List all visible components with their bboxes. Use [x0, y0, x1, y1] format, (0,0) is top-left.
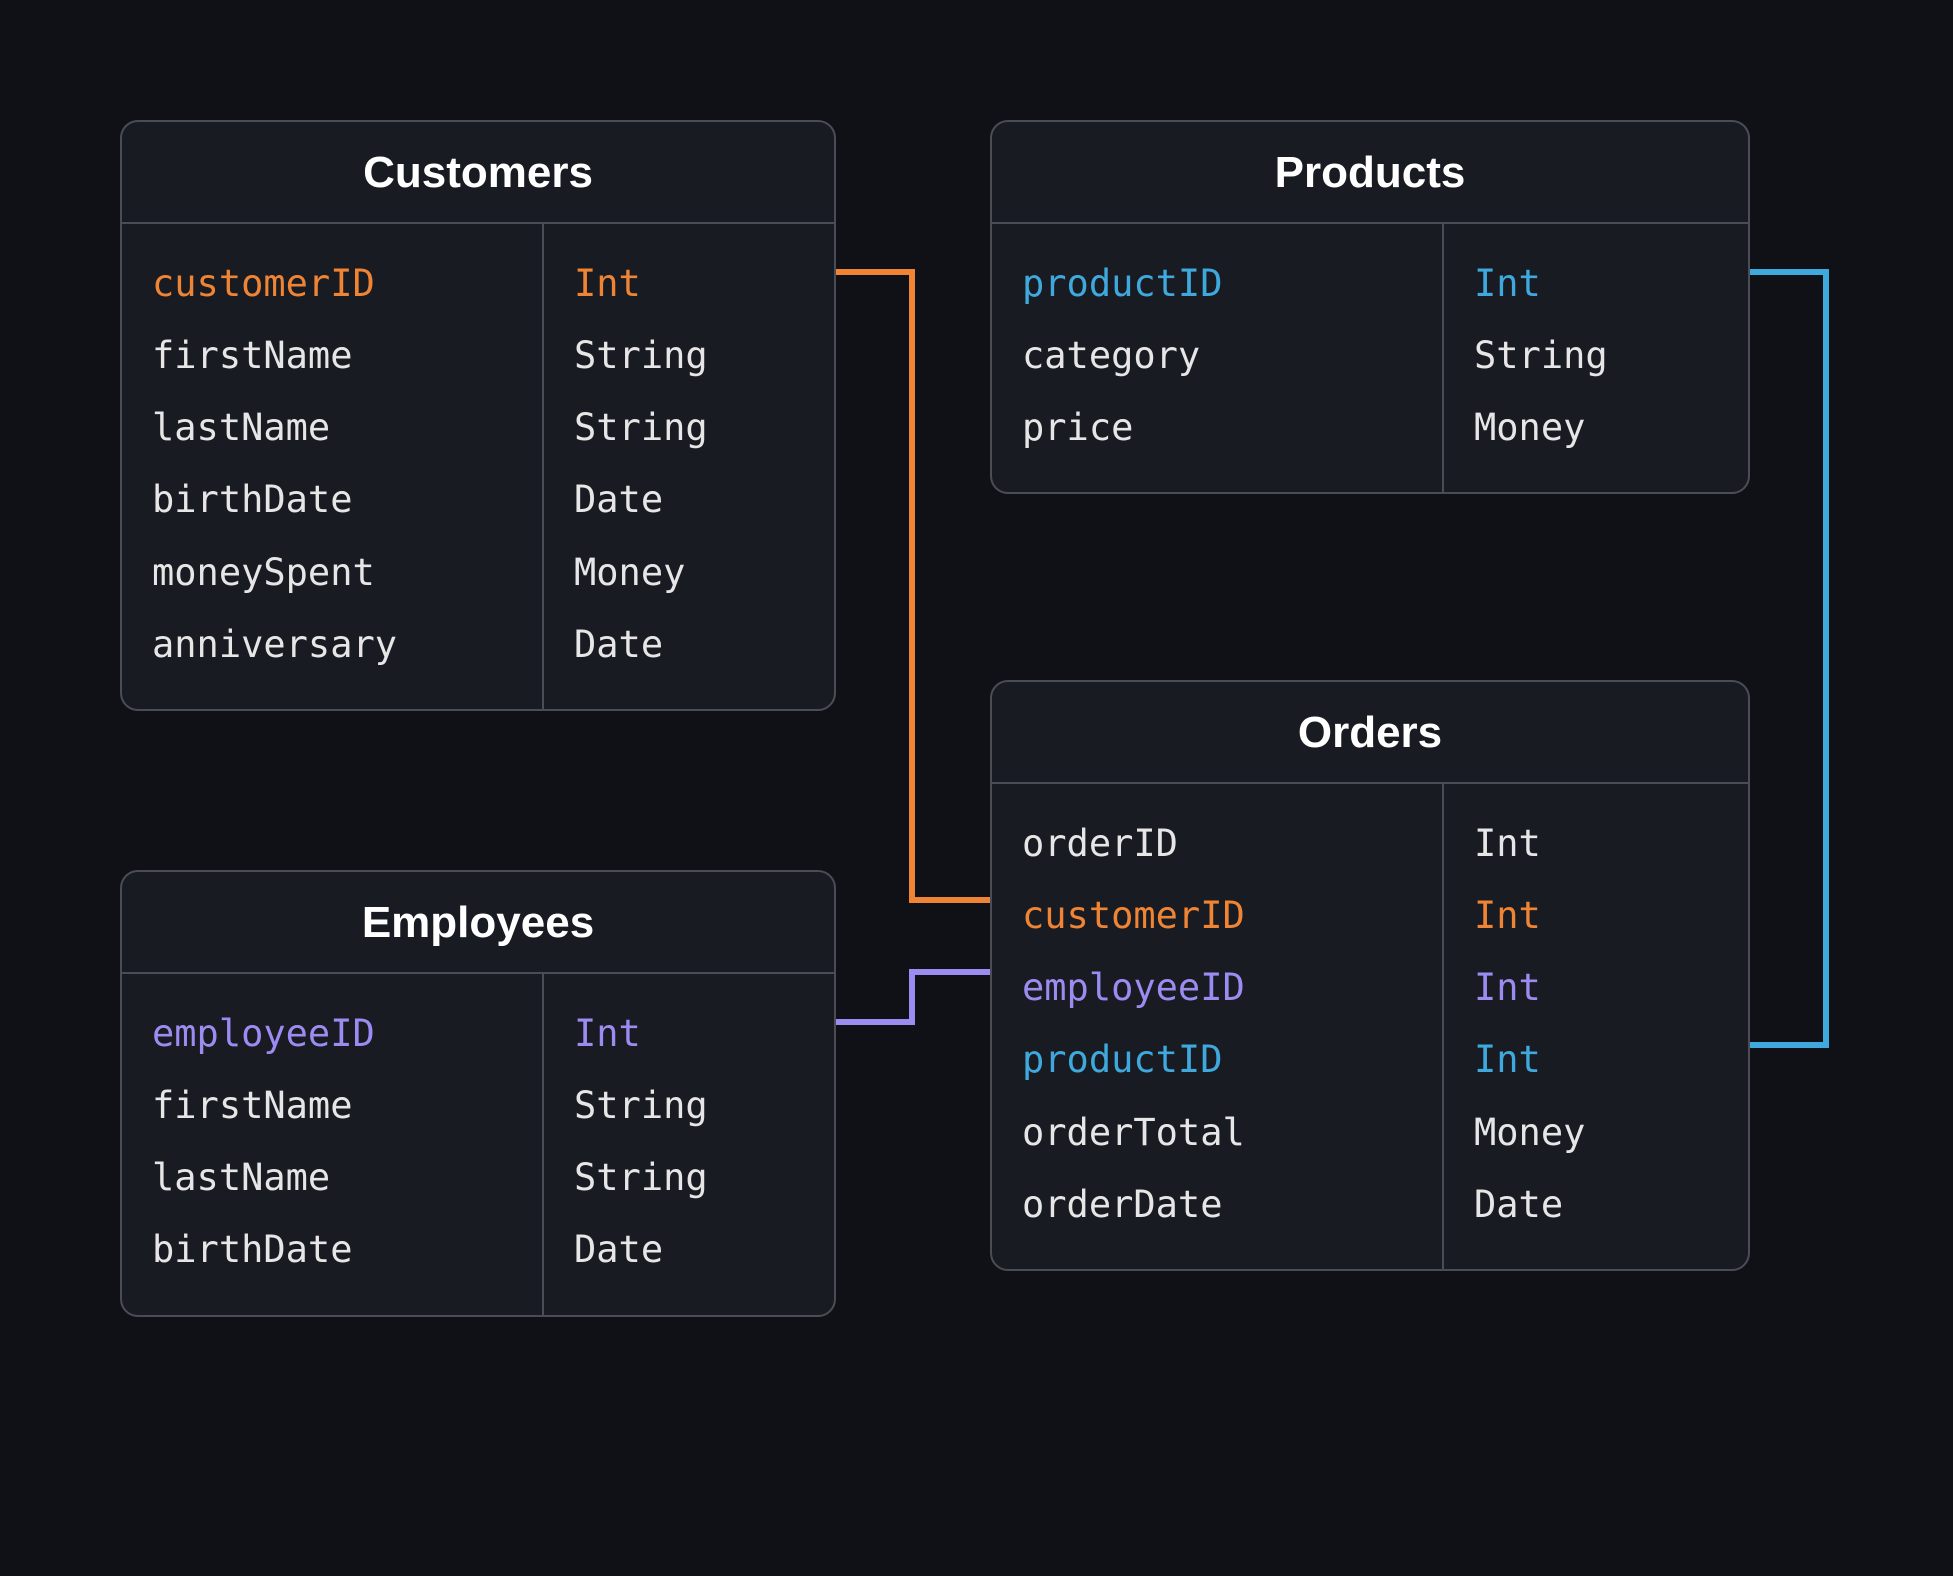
field-type: Int	[1474, 808, 1718, 880]
table-title: Products	[992, 122, 1748, 224]
field-name: productID	[1022, 248, 1412, 320]
field-name: category	[1022, 320, 1412, 392]
table-orders: Orders orderID customerID employeeID pro…	[990, 680, 1750, 1271]
field-types-column: Int String Money	[1444, 224, 1748, 492]
er-diagram-canvas: Customers customerID firstName lastName …	[0, 0, 1953, 1576]
field-name: employeeID	[1022, 952, 1412, 1024]
field-type: Money	[574, 537, 804, 609]
table-body: employeeID firstName lastName birthDate …	[122, 974, 834, 1315]
field-name: customerID	[152, 248, 512, 320]
table-customers: Customers customerID firstName lastName …	[120, 120, 836, 711]
field-type: Int	[1474, 880, 1718, 952]
field-name: employeeID	[152, 998, 512, 1070]
connector-employees-orders	[836, 972, 990, 1022]
field-type: Int	[574, 248, 804, 320]
field-type: Int	[1474, 1024, 1718, 1096]
table-body: customerID firstName lastName birthDate …	[122, 224, 834, 709]
connector-customers-orders	[836, 272, 990, 900]
field-types-column: Int Int Int Int Money Date	[1444, 784, 1748, 1269]
field-type: Date	[574, 464, 804, 536]
field-type: Date	[1474, 1169, 1718, 1241]
field-name: lastName	[152, 392, 512, 464]
field-type: Money	[1474, 392, 1718, 464]
field-name: anniversary	[152, 609, 512, 681]
table-body: productID category price Int String Mone…	[992, 224, 1748, 492]
field-name: customerID	[1022, 880, 1412, 952]
field-type: Date	[574, 1214, 804, 1286]
field-name: orderID	[1022, 808, 1412, 880]
field-type: Int	[1474, 952, 1718, 1024]
field-name: birthDate	[152, 1214, 512, 1286]
field-names-column: orderID customerID employeeID productID …	[992, 784, 1442, 1269]
field-type: Date	[574, 609, 804, 681]
field-types-column: Int String String Date Money Date	[544, 224, 834, 709]
field-names-column: customerID firstName lastName birthDate …	[122, 224, 542, 709]
table-title: Customers	[122, 122, 834, 224]
table-title: Employees	[122, 872, 834, 974]
field-type: String	[574, 1070, 804, 1142]
field-type: String	[574, 392, 804, 464]
field-name: productID	[1022, 1024, 1412, 1096]
table-title: Orders	[992, 682, 1748, 784]
field-name: moneySpent	[152, 537, 512, 609]
field-type: String	[574, 320, 804, 392]
field-name: orderDate	[1022, 1169, 1412, 1241]
field-type: Int	[1474, 248, 1718, 320]
field-name: lastName	[152, 1142, 512, 1214]
table-products: Products productID category price Int St…	[990, 120, 1750, 494]
field-type: String	[1474, 320, 1718, 392]
field-names-column: employeeID firstName lastName birthDate	[122, 974, 542, 1315]
field-name: firstName	[152, 1070, 512, 1142]
field-name: birthDate	[152, 464, 512, 536]
field-type: Int	[574, 998, 804, 1070]
field-types-column: Int String String Date	[544, 974, 834, 1315]
field-name: orderTotal	[1022, 1097, 1412, 1169]
table-body: orderID customerID employeeID productID …	[992, 784, 1748, 1269]
field-type: String	[574, 1142, 804, 1214]
field-names-column: productID category price	[992, 224, 1442, 492]
connector-products-orders	[1750, 272, 1826, 1045]
field-type: Money	[1474, 1097, 1718, 1169]
table-employees: Employees employeeID firstName lastName …	[120, 870, 836, 1317]
field-name: price	[1022, 392, 1412, 464]
field-name: firstName	[152, 320, 512, 392]
